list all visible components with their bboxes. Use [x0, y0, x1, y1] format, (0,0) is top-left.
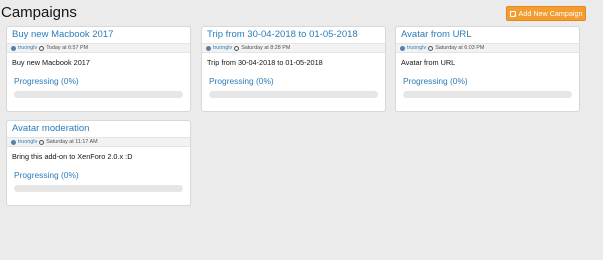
- user-icon: [206, 45, 211, 51]
- campaign-meta: truonglv Saturday at 6:03 PM: [396, 43, 579, 53]
- clock-icon: [234, 45, 240, 51]
- add-new-campaign-label: Add New Campaign: [518, 9, 583, 18]
- campaign-time: Saturday at 6:03 PM: [435, 45, 485, 51]
- campaign-user-link[interactable]: truonglv: [213, 45, 232, 51]
- campaign-progress-bar: [403, 91, 572, 98]
- campaign-card: Avatar from URL truonglv Saturday at 6:0…: [395, 26, 580, 112]
- campaign-title-link[interactable]: Avatar from URL: [396, 27, 579, 43]
- campaign-progress-bar: [14, 185, 183, 192]
- campaign-meta: truonglv Saturday at 8:28 PM: [202, 43, 385, 53]
- campaign-description: Avatar from URL: [401, 58, 456, 67]
- campaign-progress-label: Progressing (0%): [403, 76, 468, 86]
- campaign-progress-bar: [209, 91, 378, 98]
- campaign-description: Bring this add-on to XenForo 2.0.x :D: [12, 152, 133, 161]
- page-title: Campaigns: [1, 4, 77, 21]
- campaign-user-link[interactable]: truonglv: [18, 139, 37, 145]
- campaign-time: Today at 6:57 PM: [46, 45, 89, 51]
- campaign-card: Trip from 30-04-2018 to 01-05-2018 truon…: [201, 26, 386, 112]
- campaign-meta: truonglv Today at 6:57 PM: [7, 43, 190, 53]
- campaign-progress-bar: [14, 91, 183, 98]
- clock-icon: [428, 45, 434, 51]
- add-new-campaign-button[interactable]: Add New Campaign: [506, 6, 586, 21]
- campaign-meta: truonglv Saturday at 11:17 AM: [7, 137, 190, 147]
- user-icon: [11, 45, 16, 51]
- campaign-time: Saturday at 11:17 AM: [46, 139, 98, 145]
- campaign-card: Buy new Macbook 2017 truonglv Today at 6…: [6, 26, 191, 112]
- campaign-title-link[interactable]: Trip from 30-04-2018 to 01-05-2018: [202, 27, 385, 43]
- campaign-progress-label: Progressing (0%): [209, 76, 274, 86]
- campaign-user-link[interactable]: truonglv: [407, 45, 426, 51]
- clock-icon: [39, 139, 45, 145]
- campaign-title-link[interactable]: Avatar moderation: [7, 121, 190, 137]
- edit-icon: [509, 10, 516, 17]
- user-icon: [11, 139, 16, 145]
- campaign-card: Avatar moderation truonglv Saturday at 1…: [6, 120, 191, 206]
- user-icon: [400, 45, 405, 51]
- campaign-description: Buy new Macbook 2017: [12, 58, 90, 67]
- campaign-description: Trip from 30-04-2018 to 01-05-2018: [207, 58, 323, 67]
- campaign-title-link[interactable]: Buy new Macbook 2017: [7, 27, 190, 43]
- campaign-progress-label: Progressing (0%): [14, 76, 79, 86]
- campaign-user-link[interactable]: truonglv: [18, 45, 37, 51]
- campaigns-page: Campaigns Add New Campaign Buy new Macbo…: [0, 0, 603, 260]
- clock-icon: [39, 45, 45, 51]
- campaign-progress-label: Progressing (0%): [14, 170, 79, 180]
- campaign-time: Saturday at 8:28 PM: [241, 45, 291, 51]
